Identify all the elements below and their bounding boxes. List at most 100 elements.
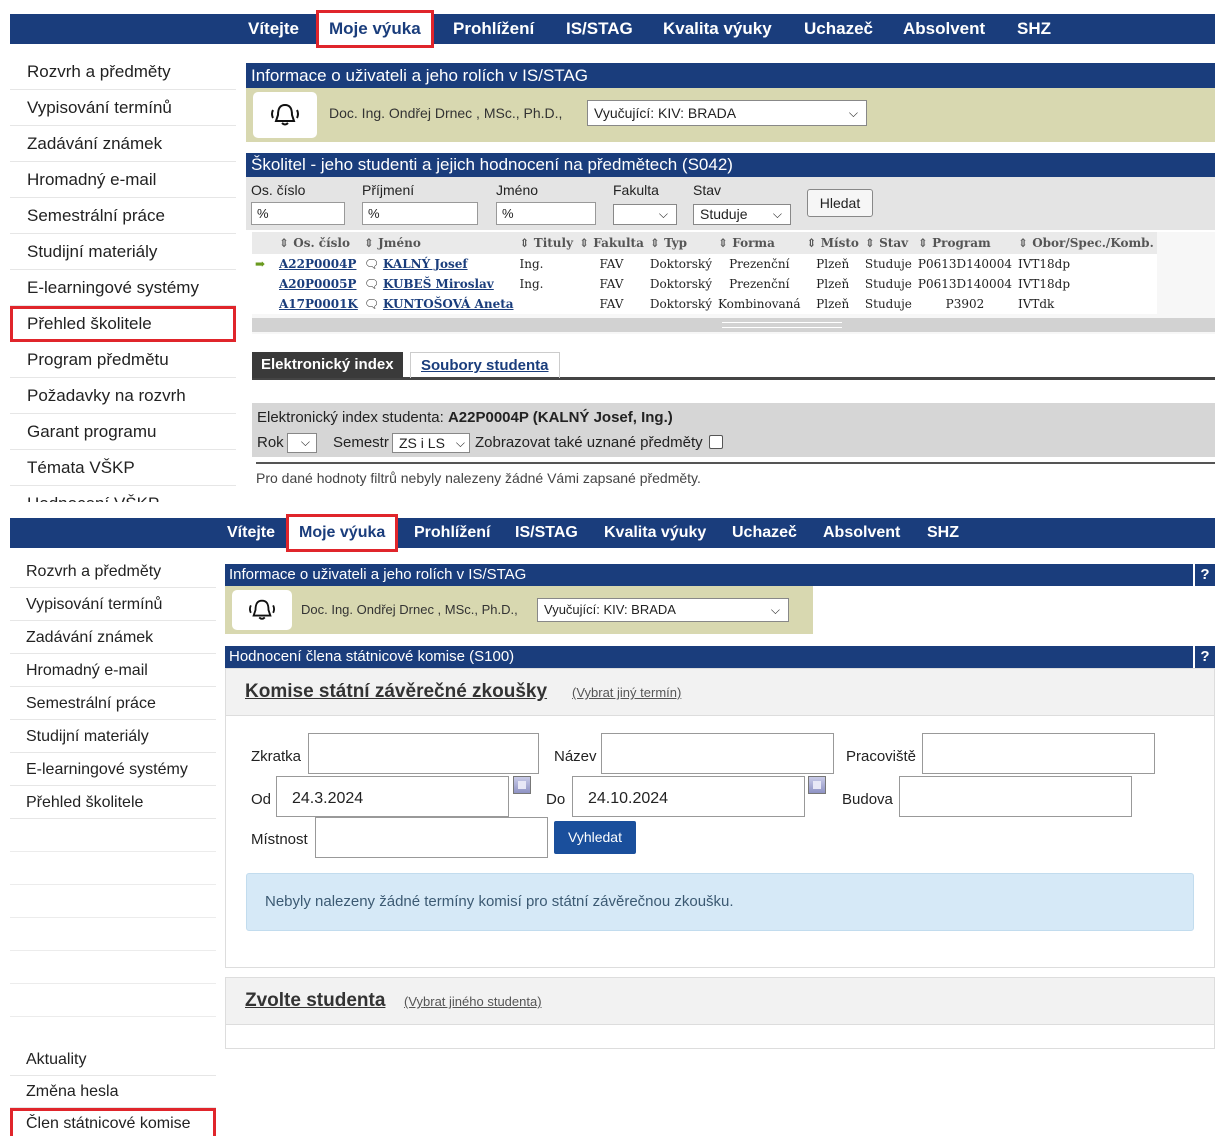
calendar-icon[interactable] [808,776,826,794]
komise-title: Komise státní závěrečné zkoušky [245,681,548,702]
nav-uchazec[interactable]: Uchazeč [804,14,873,44]
sidebar-item-rozvrh[interactable]: Rozvrh a předměty [10,555,216,588]
nav-is-stag[interactable]: IS/STAG [566,14,633,44]
nav-vitejte[interactable]: Vítejte [248,14,299,44]
sidebar-item-pozadavky[interactable]: Požadavky na rozvrh [10,378,236,414]
tab-elektronicky-index[interactable]: Elektronický index [252,352,403,378]
filter-fakulta-select[interactable]: ⌵ [613,204,677,225]
sidebar-item-hodnoceni[interactable]: Hodnocení VŠKP [10,486,236,502]
comment-icon[interactable]: 🗨 [364,297,379,311]
zkratka-input[interactable] [308,733,539,774]
hledat-button[interactable]: Hledat [807,189,873,217]
sidebar-item-aktuality[interactable]: Aktuality [10,1044,216,1076]
od-input[interactable]: 24.3.2024 [276,776,509,817]
column-header[interactable]: ⇕ Stav [861,232,915,254]
vybrat-termin-link[interactable]: (Vybrat jiný termín) [572,685,681,700]
sidebar-item-znamky[interactable]: Zadávání známek [10,126,236,162]
table-row[interactable]: A20P0005P 🗨 KUBEŠ Miroslav Ing. FAV Dokt… [252,274,1157,294]
nav-uchazec[interactable]: Uchazeč [732,518,797,548]
comment-icon[interactable]: 🗨 [364,277,379,291]
vybrat-studenta-link[interactable]: (Vybrat jiného studenta) [404,994,542,1009]
sidebar-item-elearning[interactable]: E-learningové systémy [10,753,216,786]
sidebar-item-program[interactable]: Program předmětu [10,342,236,378]
sidebar-item-materialy[interactable]: Studijní materiály [10,234,236,270]
column-header[interactable]: ⇕ Fakulta [576,232,647,254]
bell-icon[interactable] [253,92,317,138]
column-header[interactable]: ⇕ Místo [803,232,862,254]
column-header[interactable]: ⇕ Os. číslo [276,232,361,254]
students-table: ⇕ Os. číslo ⇕ Jméno ⇕ Tituly ⇕ Fakulta ⇕… [252,232,1157,314]
section-title: Hodnocení člena státnicové komise (S100) [229,648,515,665]
chevron-down-icon: ⌵ [772,207,782,221]
role-select[interactable]: Vyučující: KIV: BRADA ⌵ [537,598,789,622]
vyhledat-button[interactable]: Vyhledat [554,821,636,854]
sidebar-item-prehled-skolitele[interactable]: Přehled školitele [10,786,216,819]
table-row[interactable]: A17P0001K 🗨 KUNTOŠOVÁ Aneta FAV Doktorsk… [252,294,1157,314]
nav-prohlizeni[interactable]: Prohlížení [414,518,490,548]
scrollbar-thumb[interactable] [722,322,842,328]
column-header[interactable]: ⇕ Forma [714,232,804,254]
nav-is-stag[interactable]: IS/STAG [515,518,578,548]
label-od: Od [251,791,272,808]
nav-moje-vyuka[interactable]: Moje výuka [316,10,434,48]
calendar-icon[interactable] [513,776,531,794]
mistnost-input[interactable] [315,817,548,858]
filter-jmeno-input[interactable]: % [496,202,596,225]
sidebar-item-garant[interactable]: Garant programu [10,414,236,450]
table-row[interactable]: ➡ A22P0004P 🗨 KALNÝ Josef Ing. FAV Dokto… [252,254,1157,274]
index-label: Elektronický index studenta: A22P0004P (… [257,409,673,426]
nav-absolvent[interactable]: Absolvent [823,518,900,548]
sidebar-item-temata[interactable]: Témata VŠKP [10,450,236,486]
filter-os-input[interactable]: % [251,202,345,225]
sidebar-item-vypisovani[interactable]: Vypisování termínů [10,90,236,126]
sidebar-item-znamky[interactable]: Zadávání známek [10,621,216,654]
filter-stav-select[interactable]: Studuje ⌵ [693,204,791,225]
nav-vitejte[interactable]: Vítejte [227,518,275,548]
pracoviste-input[interactable] [922,733,1155,774]
filter-prijmeni-input[interactable]: % [362,202,478,225]
nav-shz[interactable]: SHZ [927,518,959,548]
sidebar-item-prehled-skolitele[interactable]: Přehled školitele [10,306,236,342]
column-header[interactable]: ⇕ Program [914,232,1015,254]
sidebar-item-zmena-hesla[interactable]: Změna hesla [10,1076,216,1108]
sidebar-item-semestralni[interactable]: Semestrální práce [10,198,236,234]
column-header[interactable]: ⇕ Tituly [516,232,577,254]
student-os-link[interactable]: A20P0005P [279,277,356,291]
do-input[interactable]: 24.10.2024 [572,776,805,817]
student-name-link[interactable]: KUNTOŠOVÁ Aneta [383,297,514,311]
nav-kvalita-vyuky[interactable]: Kvalita výuky [663,14,772,44]
student-os-link[interactable]: A22P0004P [279,257,356,271]
bell-icon[interactable] [232,590,292,630]
column-header[interactable]: ⇕ Jméno [360,232,517,254]
rok-select[interactable]: ⌵ [287,433,317,453]
semestr-select[interactable]: ZS i LS ⌵ [392,433,470,453]
comment-icon[interactable]: 🗨 [364,257,379,271]
sidebar-item-email[interactable]: Hromadný e-mail [10,162,236,198]
student-name-link[interactable]: KALNÝ Josef [383,257,468,271]
nav-kvalita-vyuky[interactable]: Kvalita výuky [604,518,706,548]
budova-input[interactable] [899,776,1132,817]
sidebar-item-vypisovani[interactable]: Vypisování termínů [10,588,216,621]
horizontal-scrollbar[interactable] [252,318,1215,332]
sidebar-item-elearning[interactable]: E-learningové systémy [10,270,236,306]
student-name-link[interactable]: KUBEŠ Miroslav [383,277,494,291]
uznane-checkbox[interactable] [709,435,723,449]
nav-shz[interactable]: SHZ [1017,14,1051,44]
role-select[interactable]: Vyučující: KIV: BRADA ⌵ [587,100,867,126]
sidebar-item-semestralni[interactable]: Semestrální práce [10,687,216,720]
nav-absolvent[interactable]: Absolvent [903,14,985,44]
nav-prohlizeni[interactable]: Prohlížení [453,14,534,44]
tab-soubory-studenta[interactable]: Soubory studenta [410,352,560,378]
column-header[interactable]: ⇕ Obor/Spec./Komb. [1014,232,1157,254]
sidebar-item-rozvrh[interactable]: Rozvrh a předměty [10,54,236,90]
cell-misto: Plzeň [816,257,850,271]
sidebar-item-email[interactable]: Hromadný e-mail [10,654,216,687]
nav-moje-vyuka[interactable]: Moje výuka [286,514,399,552]
help-icon[interactable]: ? [1193,646,1215,668]
sidebar-item-clen-komise[interactable]: Člen státnicové komise [10,1108,216,1136]
student-os-link[interactable]: A17P0001K [279,297,358,311]
sidebar-item-materialy[interactable]: Studijní materiály [10,720,216,753]
help-icon[interactable]: ? [1193,564,1215,586]
nazev-input[interactable] [601,733,834,774]
column-header[interactable]: ⇕ Typ [646,232,715,254]
